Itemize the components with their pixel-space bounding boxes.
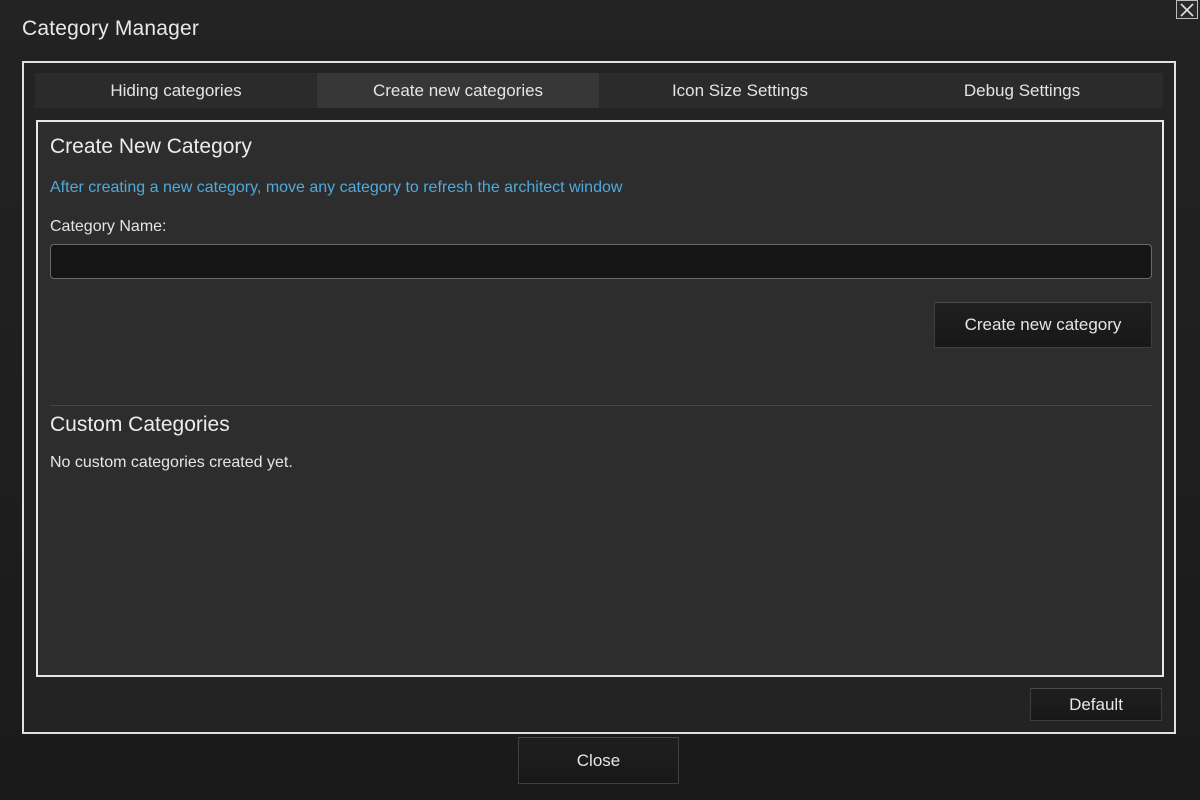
close-button[interactable]: Close <box>518 737 679 784</box>
category-name-label: Category Name: <box>50 218 167 235</box>
default-button[interactable]: Default <box>1030 688 1162 721</box>
tab-create-new-categories[interactable]: Create new categories <box>317 73 599 108</box>
window-title: Category Manager <box>22 17 200 40</box>
create-section-title: Create New Category <box>50 135 252 158</box>
empty-categories-message: No custom categories created yet. <box>50 454 293 471</box>
create-categories-panel: Create New Category After creating a new… <box>36 120 1164 677</box>
tab-hiding-categories[interactable]: Hiding categories <box>35 73 317 108</box>
close-x-icon[interactable] <box>1176 0 1198 19</box>
custom-section-title: Custom Categories <box>50 413 230 436</box>
main-frame: Hiding categories Create new categories … <box>22 61 1176 734</box>
refresh-hint: After creating a new category, move any … <box>50 179 623 196</box>
tab-debug-settings[interactable]: Debug Settings <box>881 73 1163 108</box>
tab-bar: Hiding categories Create new categories … <box>35 73 1163 108</box>
category-name-input[interactable] <box>50 244 1152 279</box>
category-manager-window: Category Manager Hiding categories Creat… <box>0 0 1200 800</box>
section-divider <box>50 405 1152 406</box>
tab-icon-size-settings[interactable]: Icon Size Settings <box>599 73 881 108</box>
create-category-button[interactable]: Create new category <box>934 302 1152 348</box>
